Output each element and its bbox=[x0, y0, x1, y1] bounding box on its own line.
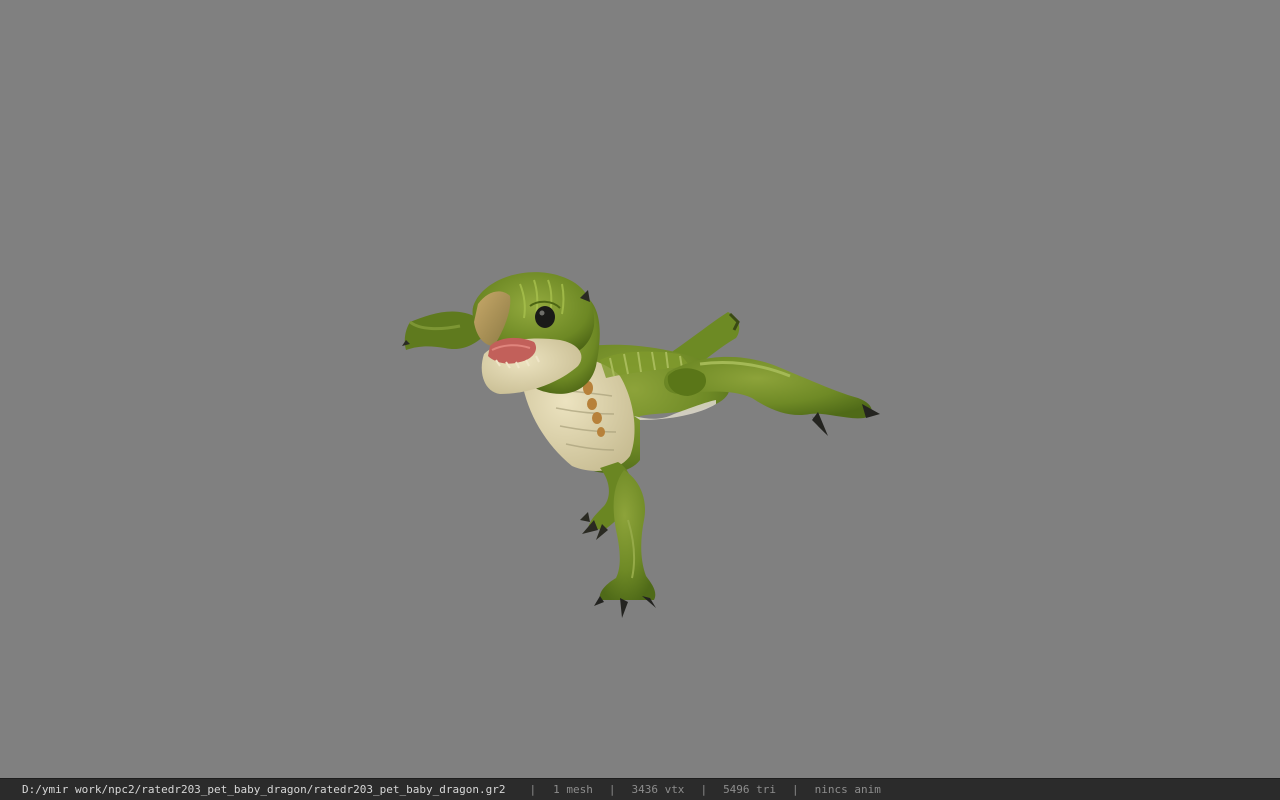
file-path-text: D:/ymir work/npc2/ratedr203_pet_baby_dra… bbox=[22, 783, 506, 796]
animation-status-text: nincs anim bbox=[814, 783, 881, 796]
vertex-count-text: 3436 vtx bbox=[631, 783, 685, 796]
status-separator: | bbox=[529, 783, 537, 796]
dragon-legs bbox=[580, 462, 656, 618]
status-separator: | bbox=[700, 783, 708, 796]
triangle-count-text: 5496 tri bbox=[723, 783, 777, 796]
dragon-head bbox=[472, 272, 600, 394]
dragon-model[interactable] bbox=[0, 0, 1280, 778]
status-separator: | bbox=[792, 783, 799, 796]
3d-viewport[interactable] bbox=[0, 0, 1280, 778]
status-bar: D:/ymir work/npc2/ratedr203_pet_baby_dra… bbox=[0, 778, 1280, 800]
status-separator: | bbox=[608, 783, 616, 796]
mesh-count-text: 1 mesh bbox=[553, 783, 593, 796]
